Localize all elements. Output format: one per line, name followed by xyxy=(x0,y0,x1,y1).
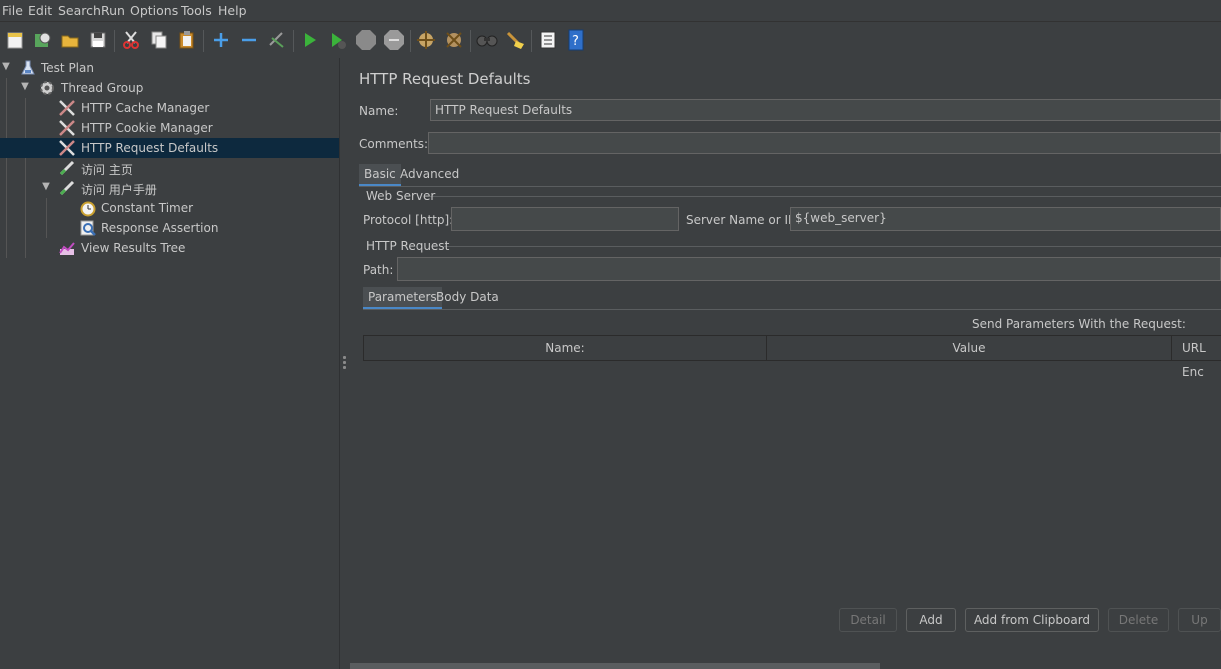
clear-all-icon[interactable] xyxy=(442,28,466,52)
stopwatch-icon xyxy=(79,199,97,217)
tools-icon xyxy=(58,99,76,117)
open-icon[interactable] xyxy=(58,28,82,52)
add-button[interactable]: Add xyxy=(906,608,956,632)
add-from-clipboard-button[interactable]: Add from Clipboard xyxy=(965,608,1099,632)
toggle-icon[interactable] xyxy=(265,28,289,52)
cut-icon[interactable] xyxy=(119,28,143,52)
comments-field[interactable] xyxy=(428,132,1221,154)
chevron-down-icon[interactable]: ▼ xyxy=(19,81,31,93)
save-icon[interactable] xyxy=(86,28,110,52)
pipette-icon xyxy=(58,159,76,177)
magnifier-icon xyxy=(79,219,97,237)
function-helper-icon[interactable] xyxy=(536,28,560,52)
tree-node-http-cache-manager[interactable]: HTTP Cache Manager xyxy=(0,98,339,118)
tree-node-view-results-tree[interactable]: View Results Tree xyxy=(0,238,339,258)
tree-node-test-plan[interactable]: ▼ Test Plan xyxy=(0,58,339,78)
menu-tools[interactable]: Tools xyxy=(181,3,212,18)
menu-search[interactable]: Search xyxy=(58,3,101,18)
search-icon[interactable] xyxy=(475,28,499,52)
menu-run[interactable]: Run xyxy=(101,3,125,18)
copy-icon[interactable] xyxy=(147,28,171,52)
clear-icon[interactable] xyxy=(414,28,438,52)
send-parameters-label: Send Parameters With the Request: xyxy=(972,317,1186,331)
name-field[interactable]: HTTP Request Defaults xyxy=(430,99,1221,121)
flask-icon xyxy=(19,59,37,77)
tools-icon xyxy=(58,119,76,137)
column-header-url-encode[interactable]: URL Enc xyxy=(1171,335,1221,379)
page-title: HTTP Request Defaults xyxy=(359,70,531,88)
server-name-label: Server Name or IP: xyxy=(686,213,800,227)
chevron-down-icon[interactable]: ▼ xyxy=(0,61,12,73)
tab-parameters[interactable]: Parameters xyxy=(363,287,442,310)
path-field[interactable] xyxy=(397,257,1221,281)
collapse-icon[interactable] xyxy=(237,28,261,52)
drag-handle-icon[interactable] xyxy=(343,356,346,371)
column-header-name[interactable]: Name: xyxy=(363,335,767,361)
delete-button[interactable]: Delete xyxy=(1108,608,1169,632)
name-label: Name: xyxy=(359,104,399,118)
pipette-icon xyxy=(58,179,76,197)
chart-icon xyxy=(58,239,76,257)
menu-help[interactable]: Help xyxy=(218,3,247,18)
test-plan-tree: ▼ Test Plan ▼ Thread Group HTTP Cache Ma… xyxy=(0,58,339,669)
help-icon[interactable]: ? xyxy=(564,28,588,52)
menu-bar: File Edit Search Run Options Tools Help xyxy=(0,0,1221,21)
tab-advanced[interactable]: Advanced xyxy=(395,164,464,184)
path-label: Path: xyxy=(363,263,394,277)
tree-node-constant-timer[interactable]: Constant Timer xyxy=(0,198,339,218)
tree-node-response-assertion[interactable]: Response Assertion xyxy=(0,218,339,238)
http-request-legend: HTTP Request xyxy=(366,239,450,253)
new-icon[interactable] xyxy=(3,28,27,52)
svg-text:?: ? xyxy=(572,34,579,49)
comments-label: Comments: xyxy=(359,137,429,151)
detail-button[interactable]: Detail xyxy=(839,608,897,632)
protocol-field[interactable] xyxy=(451,207,679,231)
chevron-down-icon[interactable]: ▼ xyxy=(40,181,52,193)
start-icon[interactable] xyxy=(298,28,322,52)
element-config-panel: HTTP Request Defaults Name: HTTP Request… xyxy=(350,58,1221,669)
shutdown-icon[interactable] xyxy=(382,28,406,52)
tree-node-visit-user-manual[interactable]: ▼ 访问 用户手册 xyxy=(0,178,339,198)
stop-icon[interactable] xyxy=(354,28,378,52)
server-name-field[interactable]: ${web_server} xyxy=(790,207,1221,231)
expand-icon[interactable] xyxy=(209,28,233,52)
up-button[interactable]: Up xyxy=(1178,608,1221,632)
paste-icon[interactable] xyxy=(175,28,199,52)
web-server-legend: Web Server xyxy=(366,189,436,203)
gear-icon xyxy=(38,79,56,97)
menu-file[interactable]: File xyxy=(2,3,23,18)
horizontal-scrollbar[interactable] xyxy=(350,663,880,669)
tree-node-visit-home[interactable]: 访问 主页 xyxy=(0,158,339,178)
tree-node-http-request-defaults[interactable]: HTTP Request Defaults xyxy=(0,138,339,158)
menu-options[interactable]: Options xyxy=(130,3,178,18)
reset-search-icon[interactable] xyxy=(503,28,527,52)
menu-edit[interactable]: Edit xyxy=(28,3,52,18)
tree-node-http-cookie-manager[interactable]: HTTP Cookie Manager xyxy=(0,118,339,138)
protocol-label: Protocol [http]: xyxy=(363,213,454,227)
toolbar: ? xyxy=(0,21,1221,59)
start-no-pause-icon[interactable] xyxy=(326,28,350,52)
tree-node-thread-group[interactable]: ▼ Thread Group xyxy=(0,78,339,98)
tab-body-data[interactable]: Body Data xyxy=(431,287,504,307)
tools-icon xyxy=(58,139,76,157)
templates-icon[interactable] xyxy=(30,28,54,52)
column-header-value[interactable]: Value xyxy=(766,335,1172,361)
